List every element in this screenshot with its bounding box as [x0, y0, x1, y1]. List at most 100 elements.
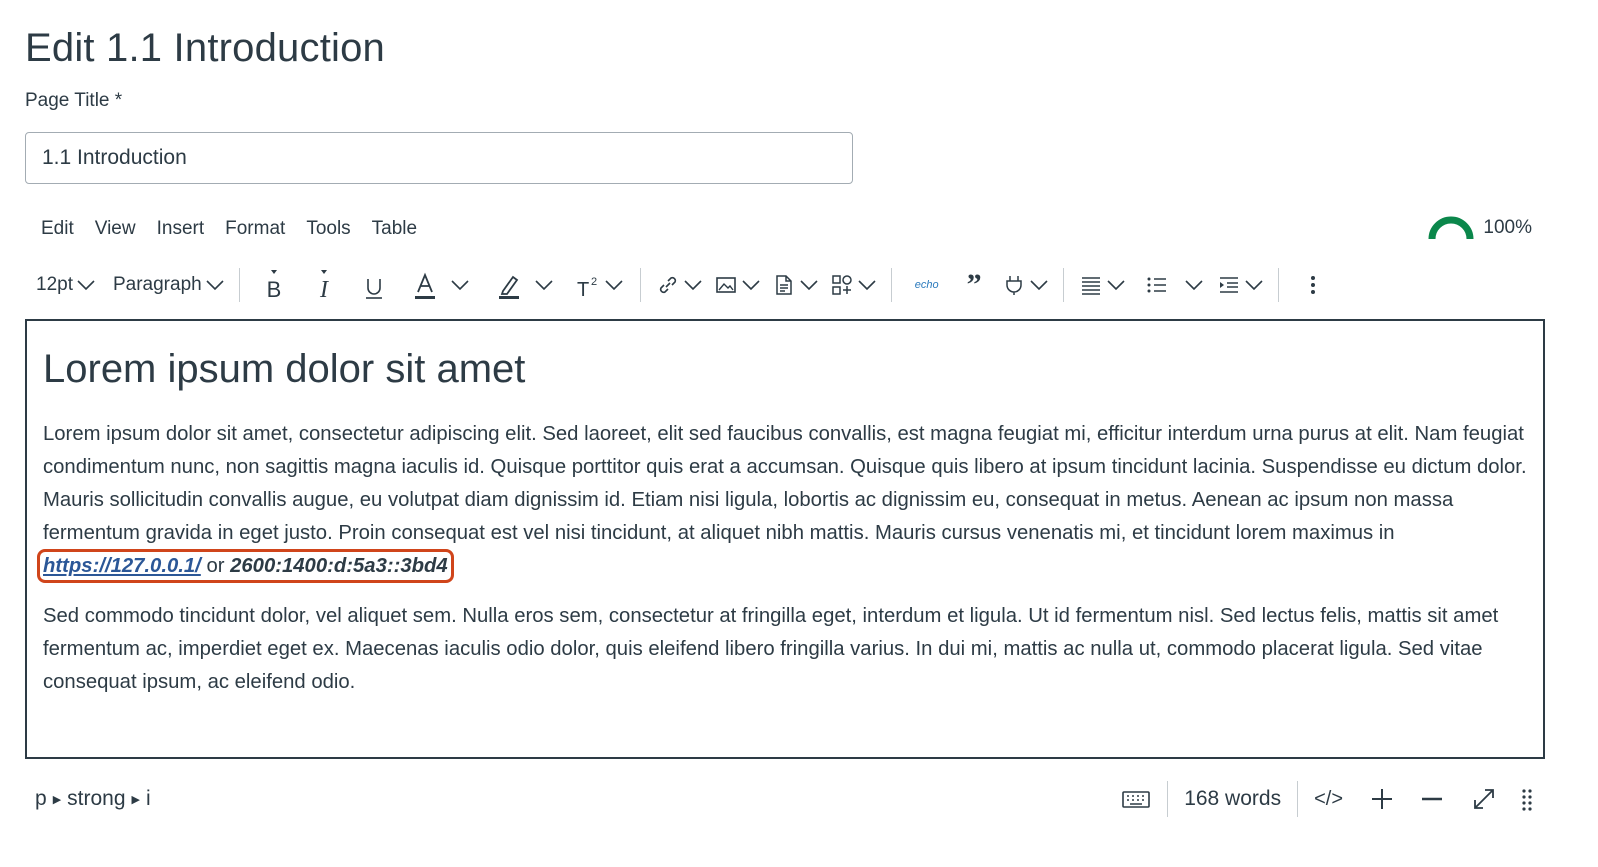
minus-icon: [1422, 797, 1442, 801]
expand-icon: [1474, 789, 1494, 809]
svg-text:I: I: [319, 277, 329, 301]
align-button[interactable]: [1073, 265, 1131, 305]
block-format-value: Paragraph: [112, 274, 202, 295]
resize-handle[interactable]: [1509, 777, 1545, 821]
chevron-down-icon: [535, 280, 553, 291]
accessibility-gauge-icon: [1428, 216, 1474, 240]
editor-menubar: Edit View Insert Format Tools Table: [30, 216, 427, 242]
page-title-input[interactable]: [25, 132, 853, 184]
block-format-select[interactable]: Paragraph: [107, 265, 230, 305]
drag-handle-icon: [1522, 789, 1532, 811]
echo-icon: echo: [914, 279, 939, 291]
menu-table[interactable]: Table: [361, 216, 427, 242]
page-title: Edit 1.1 Introduction: [25, 26, 385, 70]
superscript-button[interactable]: T 2: [561, 265, 631, 305]
path-strong[interactable]: strong: [67, 787, 125, 811]
bullet-list-icon: [1147, 277, 1166, 293]
chevron-down-icon: [605, 280, 623, 291]
indent-button[interactable]: [1211, 265, 1269, 305]
blockquote-button[interactable]: ”: [953, 265, 996, 305]
zoom-in-button[interactable]: [1359, 777, 1405, 821]
plugin-button[interactable]: [996, 265, 1054, 305]
menu-format[interactable]: Format: [214, 216, 295, 242]
word-count: 168 words: [1184, 787, 1282, 810]
keyboard-icon: [1122, 791, 1150, 808]
ipv6-address: 2600:1400:d:5a3::3bd4: [230, 555, 448, 577]
content-paragraph-2: Sed commodo tincidunt dolor, vel aliquet…: [43, 605, 1499, 693]
chevron-down-icon: [684, 280, 702, 291]
apps-button[interactable]: [824, 265, 882, 305]
superscript-icon: T 2: [577, 276, 597, 301]
path-separator-icon: ▶: [52, 793, 62, 806]
font-size-select[interactable]: 12pt: [30, 265, 101, 305]
menu-tools[interactable]: Tools: [295, 216, 360, 242]
underline-icon: [365, 279, 382, 299]
menu-edit[interactable]: Edit: [30, 216, 84, 242]
path-i[interactable]: i: [146, 787, 151, 811]
menu-insert[interactable]: Insert: [146, 216, 215, 242]
keyboard-shortcuts-button[interactable]: [1105, 777, 1167, 821]
toolbar-divider: [1062, 268, 1064, 302]
text-color-button[interactable]: [399, 265, 477, 305]
bullet-list-button[interactable]: [1131, 265, 1211, 305]
image-button[interactable]: [708, 265, 766, 305]
code-icon: </>: [1314, 787, 1343, 810]
document-button[interactable]: [766, 265, 824, 305]
more-button[interactable]: [1288, 265, 1338, 305]
paragraph-1-text: Lorem ipsum dolor sit amet, consectetur …: [43, 423, 1527, 544]
chevron-down-icon: [1030, 280, 1048, 291]
more-icon: [1310, 276, 1315, 294]
toolbar-divider: [639, 268, 641, 302]
plugin-icon: [1005, 276, 1022, 295]
plus-icon: [1372, 789, 1392, 809]
content-paragraph-1: Lorem ipsum dolor sit amet, consectetur …: [37, 418, 1527, 583]
underline-button[interactable]: [349, 265, 399, 305]
apps-icon: [831, 275, 852, 295]
svg-text:T: T: [577, 279, 589, 301]
document-icon: [775, 275, 792, 295]
menu-view[interactable]: View: [84, 216, 146, 242]
required-marker: *: [114, 90, 123, 111]
accessibility-checker-button[interactable]: 100%: [1427, 216, 1532, 240]
toolbar-divider: [890, 268, 892, 302]
word-count-button[interactable]: 168 words: [1168, 777, 1297, 821]
chevron-down-icon: [742, 280, 760, 291]
toolbar-divider: [1277, 268, 1279, 302]
chevron-down-icon: [1107, 280, 1125, 291]
statusbar-actions: 168 words </>: [1105, 777, 1545, 821]
svg-text:2: 2: [591, 276, 597, 288]
highlight-color-button[interactable]: [477, 265, 561, 305]
chevron-down-icon: [1245, 280, 1263, 291]
html-editor-toggle[interactable]: </>: [1298, 777, 1359, 821]
chevron-down-icon: [1185, 280, 1203, 291]
bold-button[interactable]: B: [249, 265, 299, 305]
highlighted-address-region: https://127.0.0.1/ or 2600:1400:d:5a3::3…: [37, 549, 454, 583]
chevron-down-icon: [451, 280, 469, 291]
italic-button[interactable]: I: [299, 265, 349, 305]
element-path: p ▶ strong ▶ i: [25, 787, 151, 811]
font-size-value: 12pt: [36, 274, 73, 295]
zoom-out-button[interactable]: [1405, 777, 1459, 821]
image-icon: [715, 277, 736, 293]
link-button[interactable]: [650, 265, 708, 305]
chevron-down-icon: [206, 280, 224, 291]
path-separator-icon: ▶: [131, 793, 140, 806]
page-title-label: Page Title *: [25, 90, 122, 112]
echo-button[interactable]: echo: [901, 265, 953, 305]
bold-icon: B: [266, 270, 281, 301]
content-heading: Lorem ipsum dolor sit amet: [43, 347, 526, 391]
accessibility-score: 100%: [1483, 217, 1532, 238]
italic-icon: I: [319, 270, 329, 301]
fullscreen-button[interactable]: [1459, 777, 1509, 821]
indent-icon: [1219, 277, 1238, 293]
rich-content-editor[interactable]: Lorem ipsum dolor sit amet Lorem ipsum d…: [25, 319, 1545, 759]
link-icon: [659, 276, 676, 294]
path-p[interactable]: p: [35, 787, 47, 811]
url-link[interactable]: https://127.0.0.1/: [43, 555, 201, 577]
text-color-icon: [414, 272, 435, 299]
toolbar-divider: [238, 268, 240, 302]
page-title-label-text: Page Title: [25, 90, 110, 111]
chevron-down-icon: [800, 280, 818, 291]
chevron-down-icon: [858, 280, 876, 291]
svg-text:B: B: [266, 277, 281, 301]
